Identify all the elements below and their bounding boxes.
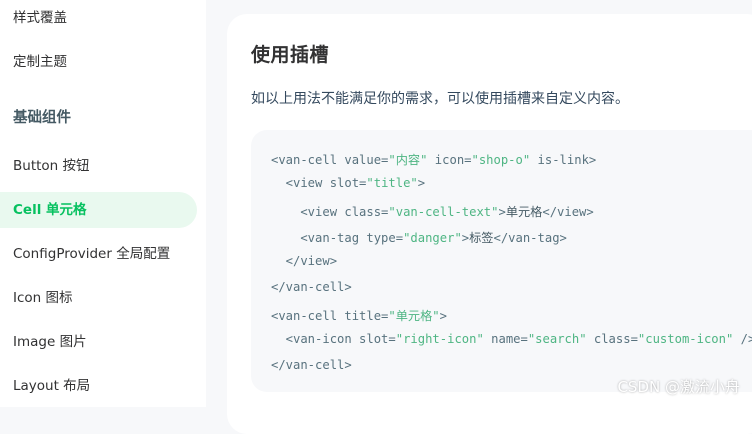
sidebar-item-icon[interactable]: Icon 图标: [0, 280, 197, 316]
code-line: <van-icon slot="right-icon" name="search…: [271, 332, 752, 346]
sidebar-item-cell[interactable]: Cell 单元格: [0, 192, 197, 228]
code-line: <van-tag type="danger">标签</van-tag>: [271, 228, 567, 246]
code-token: <van-cell value=: [271, 153, 389, 167]
code-token: <van-cell title=: [271, 309, 389, 323]
code-string: "shop-o": [471, 153, 531, 167]
code-line: <view slot="title">: [271, 176, 425, 190]
code-string: "内容": [388, 153, 428, 167]
sidebar-item-config-provider[interactable]: ConfigProvider 全局配置: [0, 236, 197, 272]
code-token: </view>: [271, 254, 338, 268]
code-token: </van-tag>: [493, 231, 567, 245]
code-token: </view>: [542, 205, 594, 219]
sidebar-nav: 样式覆盖 定制主题 基础组件 Button 按钮 Cell 单元格 Config…: [0, 0, 206, 407]
code-line: <view class="van-cell-text">单元格</view>: [271, 202, 594, 220]
section-title: 使用插槽: [251, 44, 330, 66]
code-token: class=: [586, 332, 638, 346]
sidebar-item-button[interactable]: Button 按钮: [0, 148, 197, 184]
watermark: CSDN @激流小舟: [617, 378, 740, 396]
code-token: />: [740, 332, 752, 346]
code-string: "title": [366, 176, 418, 190]
sidebar-item-style-override[interactable]: 样式覆盖: [0, 0, 197, 36]
code-token: >: [417, 176, 426, 190]
code-token: icon=: [427, 153, 472, 167]
code-token: <view class=: [271, 205, 389, 219]
code-line: <van-cell value="内容" icon="shop-o" is-li…: [271, 150, 596, 168]
section-description: 如以上用法不能满足你的需求，可以使用插槽来自定义内容。: [251, 91, 629, 107]
code-string: "custom-icon": [637, 332, 734, 346]
code-token: >: [439, 309, 447, 323]
code-block: <van-cell value="内容" icon="shop-o" is-li…: [251, 130, 752, 392]
sidebar-group-basic-components: 基础组件: [13, 110, 71, 126]
code-line: </van-cell>: [271, 358, 352, 372]
code-token: >: [498, 205, 506, 219]
sidebar-item-image[interactable]: Image 图片: [0, 324, 197, 360]
code-string: "单元格": [388, 309, 440, 323]
code-string: "right-icon": [395, 332, 484, 346]
sidebar-item-custom-theme[interactable]: 定制主题: [0, 44, 197, 80]
code-token: is-link>: [530, 153, 597, 167]
code-line: </view>: [271, 254, 337, 268]
code-token: <van-tag type=: [271, 231, 404, 245]
code-token: <van-icon slot=: [271, 332, 396, 346]
code-string: "van-cell-text": [388, 205, 499, 219]
code-line: </van-cell>: [271, 280, 352, 294]
code-token: </van-cell>: [271, 358, 352, 372]
main-content: 使用插槽 如以上用法不能满足你的需求，可以使用插槽来自定义内容。 <van-ce…: [206, 0, 752, 434]
code-token: </van-cell>: [271, 280, 352, 294]
code-string: "search": [527, 332, 587, 346]
code-token: name=: [483, 332, 528, 346]
doc-card: 使用插槽 如以上用法不能满足你的需求，可以使用插槽来自定义内容。 <van-ce…: [227, 14, 752, 434]
sidebar-item-layout[interactable]: Layout 布局: [0, 368, 197, 404]
code-string: "danger": [403, 231, 462, 245]
code-line: <van-cell title="单元格">: [271, 306, 447, 324]
code-token: <view slot=: [271, 176, 367, 190]
code-text: 标签: [469, 231, 494, 245]
code-text: 单元格: [505, 205, 543, 219]
